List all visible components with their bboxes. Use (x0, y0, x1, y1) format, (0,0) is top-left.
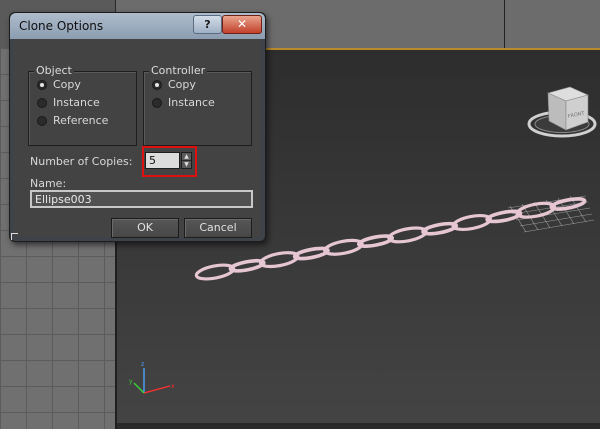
controller-copy-label: Copy (168, 78, 196, 91)
controller-group: Controller Copy Instance (143, 64, 252, 146)
radio-icon[interactable] (152, 98, 162, 108)
radio-selected-icon[interactable] (152, 80, 162, 90)
radio-selected-icon[interactable] (37, 80, 47, 90)
object-reference-label: Reference (53, 114, 109, 127)
svg-text:x: x (171, 383, 175, 390)
name-input[interactable]: Ellipse003 (30, 190, 253, 208)
ok-button[interactable]: OK (111, 218, 179, 238)
copies-spinner[interactable]: ▲ ▼ (181, 152, 192, 169)
radio-icon[interactable] (37, 98, 47, 108)
cancel-button[interactable]: Cancel (184, 218, 252, 238)
resize-corner-mark (11, 233, 18, 240)
close-icon[interactable]: ✕ (222, 15, 262, 34)
svg-text:z: z (141, 361, 144, 368)
object-group-label: Object (34, 64, 74, 77)
chain-link[interactable] (356, 234, 395, 248)
dialog-body: Object Copy Instance Reference Controlle… (14, 39, 261, 238)
viewcube-icon[interactable]: FRONT (527, 86, 597, 138)
object-group: Object Copy Instance Reference (28, 64, 137, 146)
radio-icon[interactable] (37, 116, 47, 126)
help-icon[interactable]: ? (193, 15, 222, 34)
copies-input[interactable]: 5 (145, 152, 180, 169)
name-label: Name: (30, 177, 67, 190)
chain-link[interactable] (194, 263, 236, 282)
spinner-up-icon[interactable]: ▲ (182, 153, 191, 161)
dialog-title: Clone Options (19, 19, 104, 33)
chain-link[interactable] (387, 225, 428, 244)
object-copy-label: Copy (53, 78, 81, 91)
svg-text:y: y (129, 378, 133, 385)
chain-link[interactable] (228, 258, 266, 273)
object-instance-label: Instance (53, 96, 100, 109)
chain-link[interactable] (421, 221, 459, 236)
chain-link[interactable] (485, 209, 523, 224)
dialog-titlebar[interactable]: Clone Options ? ✕ (10, 13, 265, 39)
spinner-down-icon[interactable]: ▼ (182, 161, 191, 168)
axis-tripod-icon: z x y (129, 361, 175, 394)
chain-link[interactable] (549, 197, 587, 211)
clone-options-dialog[interactable]: Clone Options ? ✕ Object Copy Instance R… (9, 12, 266, 242)
controller-group-label: Controller (149, 64, 208, 77)
controller-instance-label: Instance (168, 96, 215, 109)
chain-link[interactable] (451, 213, 492, 232)
chain-link[interactable] (292, 246, 330, 261)
chain-link[interactable] (323, 238, 364, 257)
chain-link[interactable] (258, 250, 300, 269)
copies-label: Number of Copies: (30, 155, 133, 168)
